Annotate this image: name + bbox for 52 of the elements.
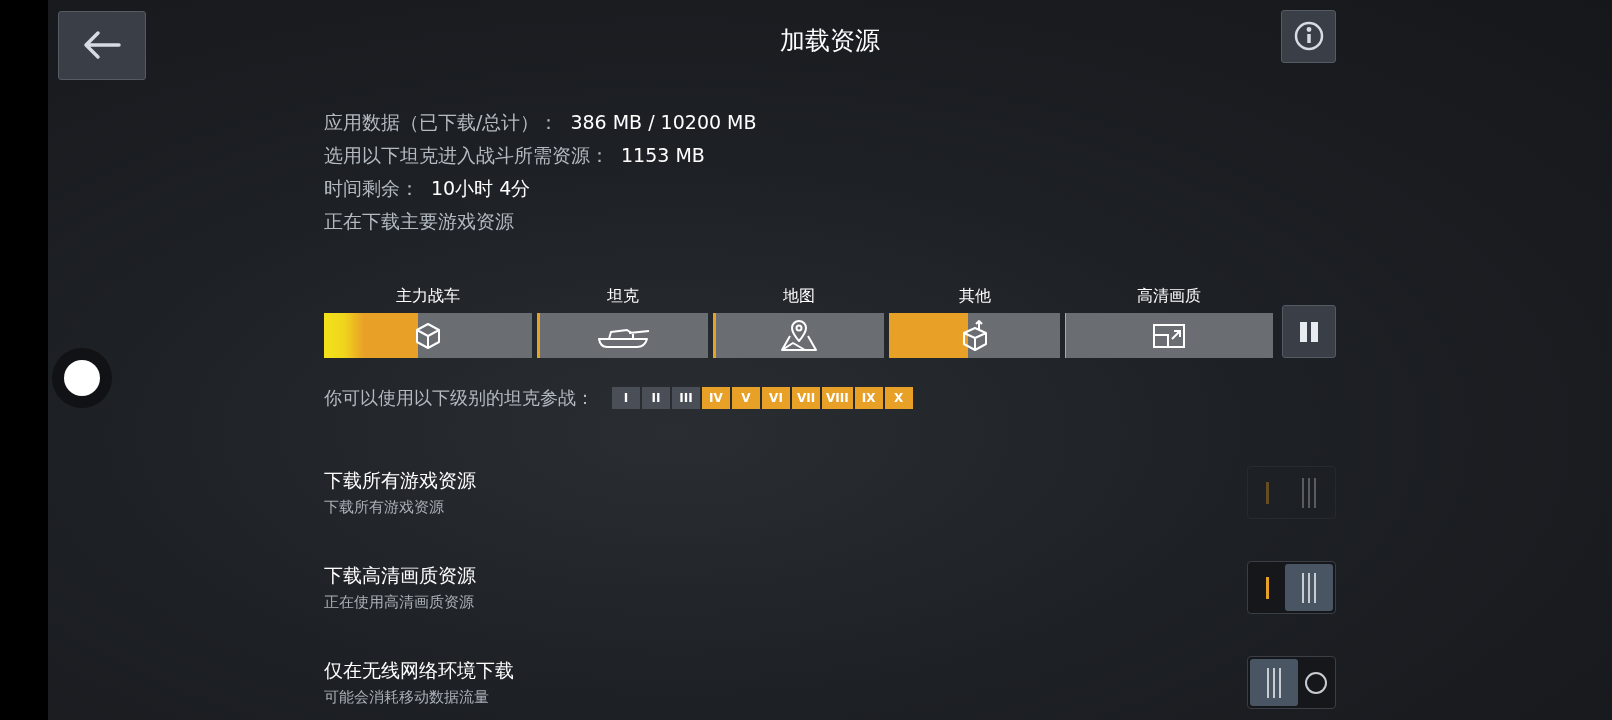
tier-badge: X: [884, 387, 913, 409]
category-label: 地图: [782, 286, 815, 307]
on-mark-icon: [1265, 481, 1270, 504]
category-label: 其他: [958, 286, 991, 307]
screen-icon: [1152, 322, 1186, 349]
tier-badge: V: [732, 387, 760, 409]
info-value: 386 MB / 10200 MB: [570, 110, 757, 135]
toggle-switch[interactable]: [1247, 656, 1336, 709]
tier-badge: VIII: [822, 387, 853, 409]
category-progress-bar[interactable]: [889, 313, 1060, 358]
info-icon: [1292, 20, 1325, 52]
info-label: 正在下载主要游戏资源: [324, 209, 514, 234]
category-label: 高清画质: [1137, 286, 1201, 307]
pause-button[interactable]: [1282, 305, 1336, 358]
info-value: 10小时 4分: [431, 176, 531, 201]
tier-badge: VI: [762, 387, 790, 409]
tier-badge: VII: [792, 387, 820, 409]
info-label: 时间剩余：: [324, 176, 419, 201]
info-value: 1153 MB: [621, 143, 705, 168]
pause-icon: [1298, 320, 1320, 343]
setting-subtitle: 正在使用高清画质资源: [324, 593, 475, 612]
category-progress-bar[interactable]: [537, 313, 708, 358]
on-mark-icon: [1265, 576, 1270, 599]
setting-subtitle: 下载所有游戏资源: [324, 498, 445, 517]
info-button[interactable]: [1281, 9, 1336, 63]
off-mark-icon: [1303, 670, 1328, 695]
back-arrow-icon: [83, 30, 121, 60]
tier-badge: II: [642, 387, 670, 409]
grip-icon: [1301, 572, 1317, 603]
category-progress-bar[interactable]: [713, 313, 884, 358]
page-title: 加载资源: [780, 24, 880, 57]
map-pin-icon: [778, 318, 819, 353]
grip-icon: [1301, 477, 1317, 508]
category-label: 主力战车: [396, 286, 460, 307]
toggle-switch[interactable]: [1247, 561, 1336, 614]
tier-label: 你可以使用以下级别的坦克参战：: [324, 386, 594, 410]
setting-title: 仅在无线网络环境下载: [324, 658, 514, 683]
setting-title: 下载高清画质资源: [324, 563, 476, 588]
tier-badge: IV: [702, 387, 730, 409]
tier-badge: IX: [854, 387, 883, 409]
setting-subtitle: 可能会消耗移动数据流量: [324, 688, 490, 707]
tier-badge: III: [672, 387, 700, 409]
info-label: 选用以下坦克进入战斗所需资源：: [324, 143, 609, 168]
back-button[interactable]: [58, 10, 146, 80]
setting-title: 下载所有游戏资源: [324, 468, 476, 493]
category-progress-bar[interactable]: [1065, 313, 1273, 358]
cube-icon: [413, 320, 443, 351]
tier-badge: I: [612, 387, 640, 409]
category-progress-bar[interactable]: [324, 313, 532, 358]
grip-icon: [1266, 667, 1282, 698]
category-label: 坦克: [606, 286, 639, 307]
info-label: 应用数据（已下载/总计）：: [324, 110, 559, 135]
